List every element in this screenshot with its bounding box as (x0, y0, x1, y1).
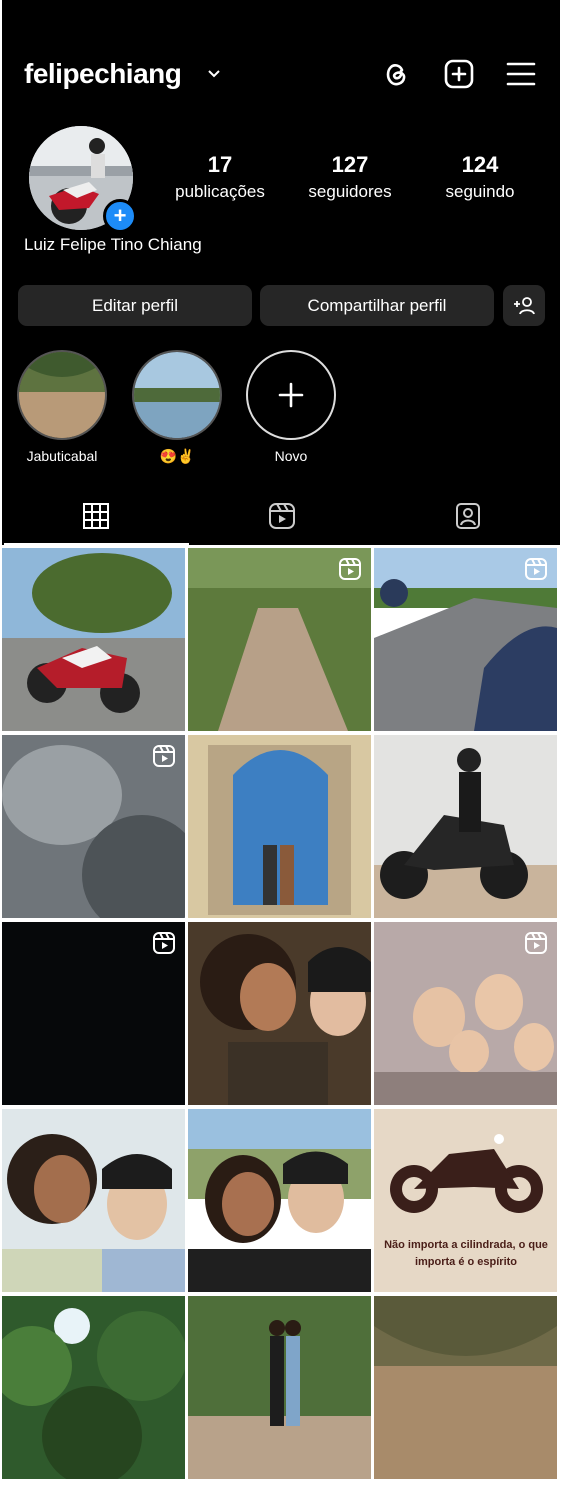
post-thumbnail[interactable] (374, 922, 557, 1105)
post-caption-overlay: Não importa a cilindrada, o que importa … (384, 1239, 548, 1269)
profile-tabs (4, 495, 562, 545)
chevron-down-icon[interactable] (206, 64, 222, 84)
followers-count-value: 127 (331, 152, 369, 177)
highlight-label: 😍✌ (159, 448, 195, 464)
highlight-cover (17, 350, 107, 440)
post-thumbnail[interactable] (188, 548, 371, 731)
highlight-label: Novo (274, 448, 308, 464)
reel-badge-icon (525, 558, 547, 580)
post-thumbnail[interactable] (2, 1109, 185, 1292)
post-thumbnail[interactable] (374, 1296, 557, 1479)
post-thumbnail[interactable] (2, 735, 185, 918)
post-thumbnail[interactable] (2, 548, 185, 731)
username[interactable]: felipechiang (24, 58, 182, 90)
profile-header-area: felipechiang + 17 publicações 127 seguid… (2, 0, 560, 545)
post-thumbnail[interactable] (188, 1109, 371, 1292)
plus-icon (278, 382, 304, 408)
posts-count-value: 17 (207, 152, 233, 177)
highlight-emoji[interactable]: 😍✌ (131, 350, 223, 465)
highlight-cover (132, 350, 222, 440)
following-count-label: seguindo (445, 182, 515, 201)
post-thumbnail[interactable] (188, 922, 371, 1105)
following-count[interactable]: 124 seguindo (430, 152, 530, 202)
add-person-icon (514, 296, 535, 314)
following-count-value: 124 (461, 152, 499, 177)
reel-badge-icon (525, 932, 547, 954)
instagram-profile-screen: felipechiang + 17 publicações 127 seguid… (0, 0, 560, 1485)
add-story-badge[interactable]: + (103, 199, 137, 233)
posts-count-label: publicações (175, 182, 265, 201)
reel-badge-icon (153, 932, 175, 954)
post-thumbnail[interactable] (2, 922, 185, 1105)
post-thumbnail[interactable] (374, 548, 557, 731)
new-highlight-button[interactable]: Novo (245, 350, 337, 464)
highlight-label: Jabuticabal (26, 448, 98, 464)
post-thumbnail[interactable] (188, 735, 371, 918)
discover-people-button[interactable] (503, 285, 545, 326)
followers-count[interactable]: 127 seguidores (300, 152, 400, 202)
share-profile-button[interactable]: Compartilhar perfil (260, 285, 494, 326)
post-thumbnail[interactable] (188, 1296, 371, 1479)
reel-badge-icon (339, 558, 361, 580)
post-thumbnail[interactable]: Não importa a cilindrada, o que importa … (374, 1109, 557, 1292)
post-thumbnail[interactable] (374, 735, 557, 918)
threads-icon[interactable] (380, 58, 412, 90)
reel-badge-icon (153, 745, 175, 767)
profile-full-name: Luiz Felipe Tino Chiang (24, 235, 202, 254)
new-post-icon[interactable] (443, 58, 475, 90)
edit-profile-button[interactable]: Editar perfil (18, 285, 252, 326)
post-thumbnail[interactable] (2, 1296, 185, 1479)
new-highlight-ring (246, 350, 336, 440)
highlight-jabuticabal[interactable]: Jabuticabal (16, 350, 108, 464)
tagged-icon[interactable] (454, 502, 482, 530)
menu-icon[interactable] (505, 58, 537, 90)
posts-count[interactable]: 17 publicações (170, 152, 270, 202)
active-tab-indicator (4, 543, 189, 545)
followers-count-label: seguidores (308, 182, 392, 201)
reels-icon[interactable] (268, 502, 296, 530)
grid-icon[interactable] (82, 502, 110, 530)
